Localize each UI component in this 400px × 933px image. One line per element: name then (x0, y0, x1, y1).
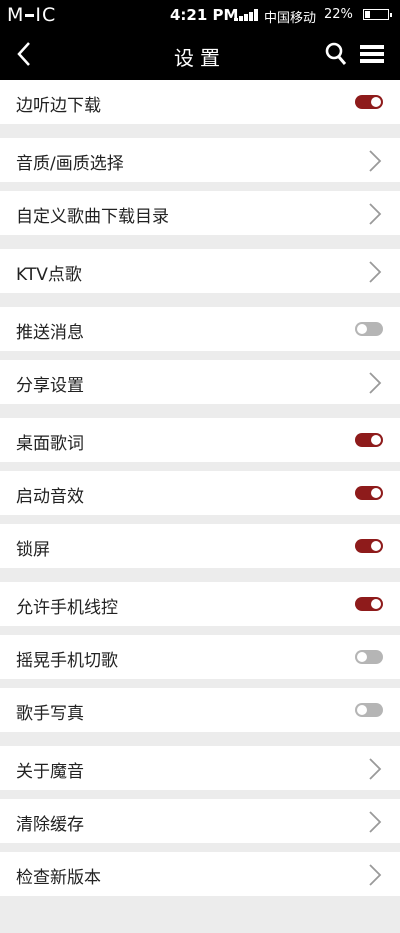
settings-row-label: 分享设置 (16, 376, 84, 396)
settings-row-label: 允许手机线控 (16, 598, 118, 618)
settings-row-label: 关于魔音 (16, 762, 84, 782)
section-divider (0, 182, 400, 191)
chevron-right-icon (369, 261, 382, 283)
section-divider (0, 626, 400, 635)
settings-row[interactable]: 关于魔音 (0, 746, 400, 790)
status-bar: M IC 4:21 PM 中国移动 22% (0, 0, 400, 30)
settings-row-label: 音质/画质选择 (16, 154, 124, 174)
settings-row-label: 清除缓存 (16, 815, 84, 835)
settings-row[interactable]: 清除缓存 (0, 799, 400, 843)
section-divider (0, 351, 400, 360)
status-carrier: 中国移动 (264, 11, 317, 26)
settings-row[interactable]: 摇晃手机切歌 (0, 635, 400, 679)
settings-row-label: 检查新版本 (16, 868, 101, 888)
toggle-switch[interactable] (355, 322, 383, 336)
toggle-switch[interactable] (355, 95, 383, 109)
logo-left: M (7, 4, 25, 26)
section-divider (0, 293, 400, 307)
battery-icon (363, 9, 392, 20)
section-divider (0, 679, 400, 688)
section-divider (0, 404, 400, 418)
toggle-switch[interactable] (355, 539, 383, 553)
nav-header: 设置 (0, 30, 400, 80)
toggle-switch[interactable] (355, 703, 383, 717)
settings-row[interactable]: KTV点歌 (0, 249, 400, 293)
toggle-switch[interactable] (355, 486, 383, 500)
settings-row-label: 启动音效 (16, 487, 84, 507)
settings-row-label: 推送消息 (16, 323, 84, 343)
settings-row[interactable]: 启动音效 (0, 471, 400, 515)
settings-row[interactable]: 音质/画质选择 (0, 138, 400, 182)
settings-row-label: 桌面歌词 (16, 434, 84, 454)
toggle-switch[interactable] (355, 650, 383, 664)
chevron-right-icon (369, 203, 382, 225)
settings-row-label: 自定义歌曲下载目录 (16, 207, 169, 227)
app-logo: M IC (7, 4, 56, 26)
settings-row-label: 锁屏 (16, 540, 50, 560)
chevron-right-icon (369, 811, 382, 833)
search-icon[interactable] (325, 42, 347, 66)
chevron-right-icon (369, 372, 382, 394)
section-divider (0, 568, 400, 582)
settings-row[interactable]: 检查新版本 (0, 852, 400, 896)
logo-right: IC (35, 4, 57, 26)
toggle-switch[interactable] (355, 597, 383, 611)
section-divider (0, 790, 400, 799)
chevron-right-icon (369, 758, 382, 780)
settings-row[interactable]: 桌面歌词 (0, 418, 400, 462)
section-divider (0, 843, 400, 852)
settings-row-label: KTV点歌 (16, 265, 82, 285)
section-divider (0, 732, 400, 746)
chevron-right-icon (369, 864, 382, 886)
settings-row[interactable]: 分享设置 (0, 360, 400, 404)
status-battery-percent: 22% (324, 7, 353, 22)
settings-row-label: 歌手写真 (16, 704, 84, 724)
section-divider (0, 515, 400, 524)
section-divider (0, 462, 400, 471)
status-time: 4:21 PM (170, 6, 239, 24)
settings-row-label: 边听边下载 (16, 96, 101, 116)
section-divider (0, 235, 400, 249)
signal-icon (234, 9, 258, 21)
settings-list: 边听边下载音质/画质选择自定义歌曲下载目录 KTV点歌推送消息分享设置桌面歌词启动… (0, 80, 400, 896)
settings-row[interactable]: 边听边下载 (0, 80, 400, 124)
settings-row[interactable]: 允许手机线控 (0, 582, 400, 626)
settings-row-label: 摇晃手机切歌 (16, 651, 118, 671)
settings-row[interactable]: 自定义歌曲下载目录 (0, 191, 400, 235)
section-divider (0, 124, 400, 138)
settings-row[interactable]: 歌手写真 (0, 688, 400, 732)
chevron-right-icon (369, 150, 382, 172)
menu-icon[interactable] (360, 44, 384, 64)
settings-row[interactable]: 推送消息 (0, 307, 400, 351)
toggle-switch[interactable] (355, 433, 383, 447)
logo-bar (25, 14, 35, 17)
settings-row[interactable]: 锁屏 (0, 524, 400, 568)
